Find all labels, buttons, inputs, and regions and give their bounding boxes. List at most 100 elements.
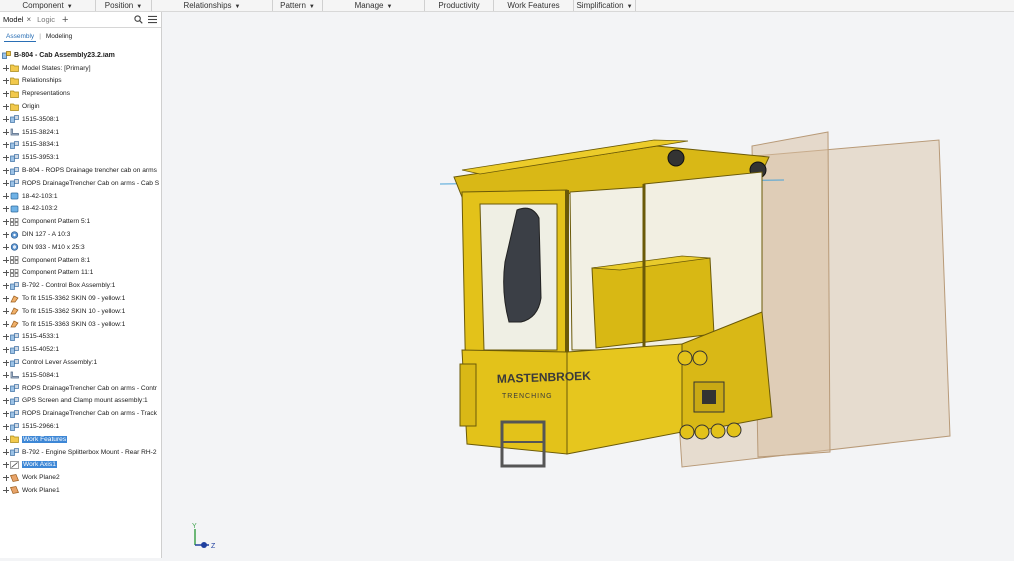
washer-icon: [10, 230, 19, 239]
expand-icon[interactable]: [3, 461, 9, 468]
tree-root-label: B-804 - Cab Assembly23.2.iam: [14, 51, 115, 59]
tree-row[interactable]: Relationships: [0, 75, 161, 88]
expand-icon[interactable]: [3, 167, 9, 174]
assembly-icon: [10, 153, 19, 162]
folder-icon: [10, 64, 19, 73]
tree-row[interactable]: Representations: [0, 87, 161, 100]
expand-icon[interactable]: [3, 487, 9, 494]
expand-icon[interactable]: [3, 90, 9, 97]
expand-icon[interactable]: [3, 436, 9, 443]
tree-row[interactable]: B-792 - Control Box Assembly:1: [0, 279, 161, 292]
tree-row[interactable]: 1515-4052:1: [0, 343, 161, 356]
tree-row[interactable]: Work Plane2: [0, 471, 161, 484]
ribbon-relationships-menu[interactable]: Relationships ▼: [152, 0, 273, 11]
tree-row[interactable]: 1515-2966:1: [0, 420, 161, 433]
ribbon-label: Manage: [354, 1, 384, 10]
tree-row[interactable]: To fit 1515-3363 SKIN 03 - yellow:1: [0, 318, 161, 331]
expand-icon[interactable]: [3, 397, 9, 404]
tree-row-label: To fit 1515-3362 SKIN 09 - yellow:1: [22, 295, 126, 303]
expand-icon[interactable]: [3, 141, 9, 148]
tab-model-label: Model: [3, 15, 24, 24]
tree-row-label: Relationships: [22, 77, 62, 85]
tree-row[interactable]: 1515-4533:1: [0, 331, 161, 344]
3d-viewport[interactable]: MASTENBROEK TRENCHING Y Z: [162, 12, 1014, 558]
expand-icon[interactable]: [3, 385, 9, 392]
expand-icon[interactable]: [3, 359, 9, 366]
tree-row[interactable]: ROPS DrainageTrencher Cab on arms - Cab …: [0, 177, 161, 190]
tree-row[interactable]: Control Lever Assembly:1: [0, 356, 161, 369]
tree-row[interactable]: 1515-3834:1: [0, 139, 161, 152]
tab-model[interactable]: Model ×: [0, 12, 35, 27]
brand-logo-subtext: TRENCHING: [502, 393, 553, 400]
ribbon-pattern-menu[interactable]: Pattern ▼: [273, 0, 323, 11]
tree-row[interactable]: To fit 1515-3362 SKIN 09 - yellow:1: [0, 292, 161, 305]
search-icon[interactable]: [133, 15, 143, 25]
tree-row[interactable]: Component Pattern 5:1: [0, 215, 161, 228]
expand-icon[interactable]: [3, 231, 9, 238]
expand-icon[interactable]: [3, 346, 9, 353]
tree-row[interactable]: Work Features: [0, 433, 161, 446]
tree-row[interactable]: 1515-3953:1: [0, 151, 161, 164]
ribbon-simplification-menu[interactable]: Simplification ▼: [574, 0, 636, 11]
expand-icon[interactable]: [3, 321, 9, 328]
tree-row[interactable]: 1515-3508:1: [0, 113, 161, 126]
tree-row[interactable]: To fit 1515-3362 SKIN 10 - yellow:1: [0, 305, 161, 318]
tree-row[interactable]: Component Pattern 8:1: [0, 254, 161, 267]
expand-icon[interactable]: [3, 77, 9, 84]
tree-row[interactable]: Origin: [0, 100, 161, 113]
dropdown-arrow-icon: ▼: [136, 4, 143, 10]
expand-icon[interactable]: [3, 282, 9, 289]
expand-icon[interactable]: [3, 65, 9, 72]
tree-row[interactable]: DIN 127 - A 10:3: [0, 228, 161, 241]
assembly-icon: [10, 448, 19, 456]
close-icon[interactable]: ×: [26, 12, 31, 27]
tree-row[interactable]: 1515-5084:1: [0, 369, 161, 382]
tree-row[interactable]: ROPS DrainageTrencher Cab on arms - Trac…: [0, 407, 161, 420]
expand-icon[interactable]: [3, 257, 9, 264]
tree-row[interactable]: 18-42-103:1: [0, 190, 161, 203]
tab-logic[interactable]: Logic: [34, 12, 58, 27]
expand-icon[interactable]: [3, 244, 9, 251]
tree-row[interactable]: B-792 - Engine Splitterbox Mount - Rear …: [0, 446, 161, 459]
expand-icon[interactable]: [3, 295, 9, 302]
ribbon-manage-menu[interactable]: Manage ▼: [323, 0, 425, 11]
tree-row[interactable]: ROPS DrainageTrencher Cab on arms - Cont…: [0, 382, 161, 395]
tree-row[interactable]: Work Axis1: [0, 459, 161, 472]
subtab-modeling[interactable]: Modeling: [44, 32, 74, 41]
tree-row-label: Component Pattern 8:1: [22, 256, 91, 264]
expand-icon[interactable]: [3, 269, 9, 276]
tree-root[interactable]: B-804 - Cab Assembly23.2.iam: [0, 49, 161, 62]
tree-row[interactable]: 1515-3824:1: [0, 126, 161, 139]
expand-icon[interactable]: [3, 116, 9, 123]
tree-row[interactable]: GPS Screen and Clamp mount assembly:1: [0, 395, 161, 408]
tree-row[interactable]: Model States: [Primary]: [0, 62, 161, 75]
ribbon-component-menu[interactable]: Component ▼: [0, 0, 96, 11]
expand-icon[interactable]: [3, 193, 9, 200]
expand-icon[interactable]: [3, 333, 9, 340]
expand-icon[interactable]: [3, 449, 9, 456]
ribbon-position-menu[interactable]: Position ▼: [96, 0, 152, 11]
add-tab-icon[interactable]: +: [62, 14, 68, 26]
expand-icon[interactable]: [3, 474, 9, 481]
ribbon-work-features-menu[interactable]: Work Features: [494, 0, 574, 11]
tree-row[interactable]: B-804 - ROPS Drainage trencher cab on ar…: [0, 164, 161, 177]
axis-y-label: Y: [192, 523, 197, 530]
expand-icon[interactable]: [3, 218, 9, 225]
expand-icon[interactable]: [3, 308, 9, 315]
tree-row[interactable]: DIN 933 - M10 x 25:3: [0, 241, 161, 254]
expand-icon[interactable]: [3, 180, 9, 187]
expand-icon[interactable]: [3, 154, 9, 161]
ribbon-productivity-menu[interactable]: Productivity: [425, 0, 494, 11]
tree-row[interactable]: 18-42-103:2: [0, 203, 161, 216]
expand-icon[interactable]: [3, 423, 9, 430]
expand-icon[interactable]: [3, 205, 9, 212]
expand-icon[interactable]: [3, 410, 9, 417]
expand-icon[interactable]: [3, 103, 9, 110]
subtab-assembly[interactable]: Assembly: [4, 32, 37, 42]
menu-icon[interactable]: [147, 15, 157, 25]
tree-row-label: 1515-3824:1: [22, 128, 60, 136]
expand-icon[interactable]: [3, 129, 9, 136]
tree-row[interactable]: Component Pattern 11:1: [0, 267, 161, 280]
tree-row[interactable]: Work Plane1: [0, 484, 161, 497]
expand-icon[interactable]: [3, 372, 9, 379]
